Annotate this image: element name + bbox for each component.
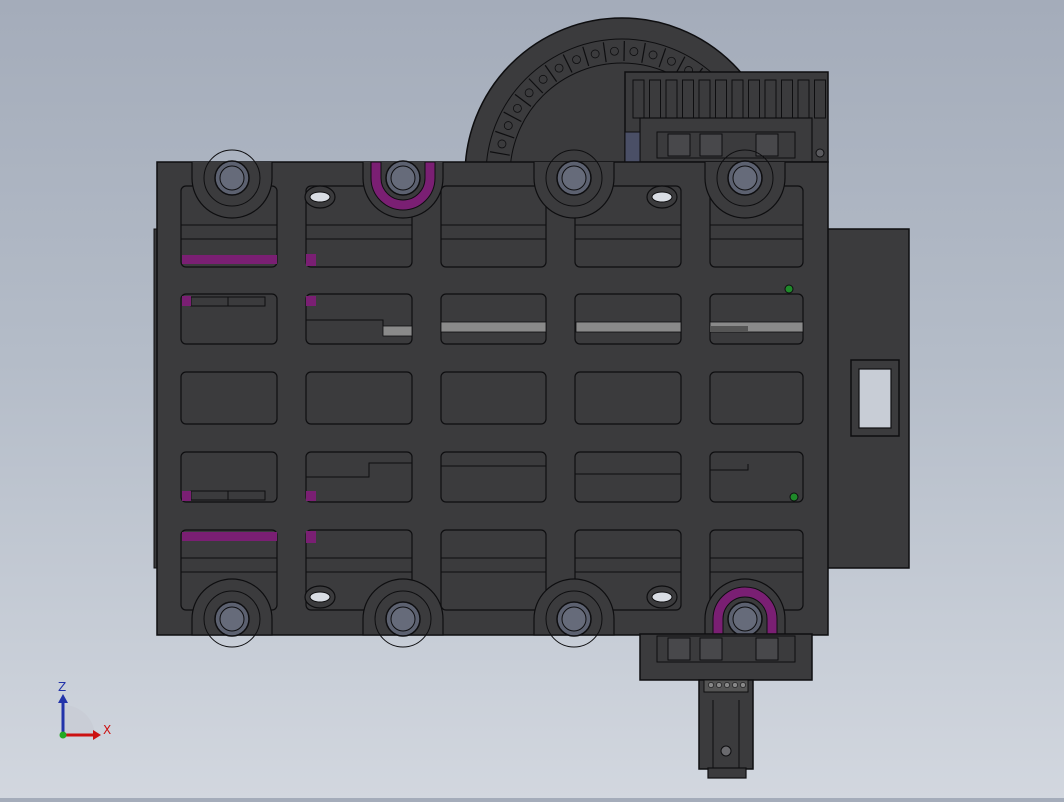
pocket (441, 294, 546, 344)
bearing-pad (668, 134, 690, 156)
pocket (306, 294, 412, 344)
cad-model-view[interactable]: Z X (0, 0, 1064, 798)
gearbox-side-plate (625, 132, 640, 162)
bearing-pad (668, 638, 690, 660)
pocket (710, 294, 803, 344)
motor-shaft (708, 768, 746, 778)
pocket (181, 452, 277, 502)
oval-hole (652, 192, 672, 202)
highlight-face (306, 491, 316, 501)
guide-rail (383, 326, 412, 336)
bottom-motor-assembly (640, 634, 812, 778)
pocket (575, 372, 681, 424)
set-screw (816, 149, 824, 157)
mount-bolt-head (391, 607, 415, 631)
pocket (441, 452, 546, 502)
main-base-plate (154, 150, 828, 647)
coupler-pin (740, 682, 745, 687)
coupler-pin (708, 682, 713, 687)
mount-bolt-head (733, 166, 757, 190)
pocket (710, 452, 803, 502)
pocket (441, 530, 546, 610)
axis-z-label: Z (58, 680, 66, 694)
top-gearbox (625, 72, 828, 162)
pocket (306, 372, 412, 424)
highlight-face (182, 255, 277, 264)
coupler-pin (716, 682, 721, 687)
bearing-pad (700, 134, 722, 156)
oval-hole (652, 592, 672, 602)
sensor-led (785, 285, 793, 293)
coupler-pin (724, 682, 729, 687)
oval-hole (310, 592, 330, 602)
axis-x-head (93, 730, 101, 740)
guide-rail (576, 322, 681, 332)
sensor-led (790, 493, 798, 501)
triad-shading (63, 705, 95, 735)
highlight-face (182, 296, 191, 306)
motor-screw (721, 746, 731, 756)
highlight-face (306, 296, 316, 306)
bearing-pad (700, 638, 722, 660)
pocket (575, 452, 681, 502)
axis-origin (60, 732, 67, 739)
pocket (710, 372, 803, 424)
mount-bolt-head (562, 607, 586, 631)
mount-bolt-head (733, 607, 757, 631)
mount-bolt-head (220, 607, 244, 631)
highlight-face (182, 532, 277, 541)
bearing-pad (756, 638, 778, 660)
pocket (441, 372, 546, 424)
mount-bolt-head (220, 166, 244, 190)
coordinate-triad-icon: Z X (58, 680, 111, 740)
pocket (575, 294, 681, 344)
right-side-housing (826, 229, 909, 568)
bearing-pad (756, 134, 778, 156)
highlight-face (306, 531, 316, 543)
rail-end (710, 326, 748, 332)
coupler-pin (732, 682, 737, 687)
pocket (441, 186, 546, 267)
mount-bolt-head (562, 166, 586, 190)
guide-rail (441, 322, 546, 332)
axis-x-label: X (103, 723, 111, 737)
pocket (181, 294, 277, 344)
highlight-face (306, 254, 316, 266)
pocket (181, 372, 277, 424)
axis-z-head (58, 694, 68, 703)
connector-window (859, 369, 891, 428)
mount-bolt-head (391, 166, 415, 190)
cad-viewport[interactable]: Z X (0, 0, 1064, 798)
highlight-face (182, 491, 191, 501)
oval-hole (310, 192, 330, 202)
